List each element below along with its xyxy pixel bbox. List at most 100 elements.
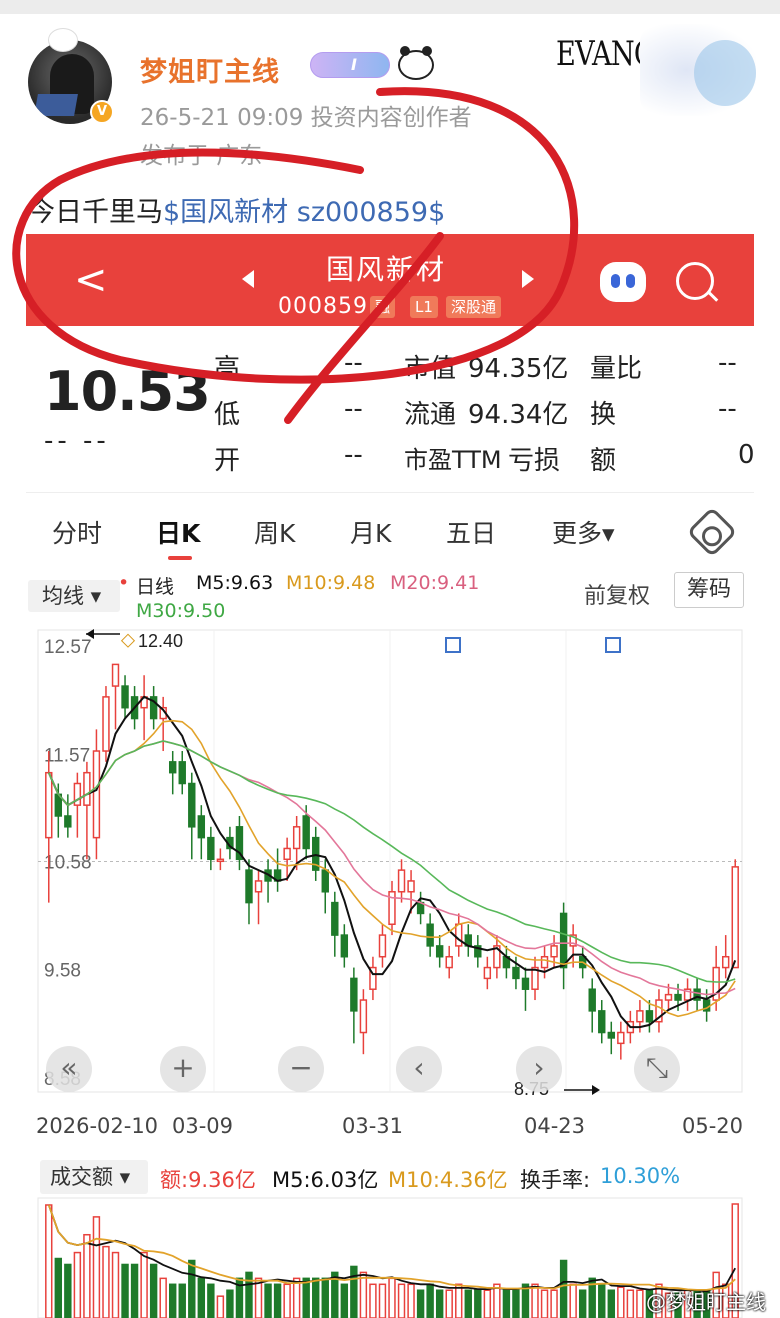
volume-bar <box>197 1277 206 1318</box>
red-ink-circle <box>12 87 579 384</box>
ma5-line <box>47 695 737 1029</box>
candle-body <box>254 880 263 893</box>
y-tick-label: 12.57 <box>44 637 92 658</box>
candle-body <box>292 826 301 850</box>
event-marker-icon <box>445 637 461 653</box>
candle-body <box>331 901 339 936</box>
candle-body <box>598 1010 606 1034</box>
candle-body <box>197 815 206 839</box>
volume-bar <box>512 1289 520 1318</box>
volume-bar <box>445 1289 453 1318</box>
volume-bar <box>426 1283 434 1318</box>
y-tick-label: 10.58 <box>44 852 92 873</box>
volume-bar <box>83 1233 91 1318</box>
volume-bar <box>140 1251 148 1318</box>
fullscreen-button[interactable]: ⤡ <box>634 1046 680 1092</box>
volume-bar <box>340 1283 349 1318</box>
pan-left-button[interactable]: ‹ <box>396 1046 442 1092</box>
volume-bar <box>159 1277 167 1318</box>
volume-bar <box>502 1289 511 1318</box>
candle-body <box>607 1031 615 1039</box>
chart-rewind-button[interactable]: « <box>46 1046 92 1092</box>
volume-bar <box>626 1289 635 1318</box>
candle-body <box>435 945 444 958</box>
x-tick-label: 05-20 <box>682 1114 744 1138</box>
ma10-line <box>48 719 736 1018</box>
x-tick-label: 04-23 <box>524 1114 586 1138</box>
candle-body <box>426 923 434 947</box>
watermark: @梦姐盯主线 <box>646 1290 766 1314</box>
volume-bar <box>598 1283 606 1318</box>
volume-bar <box>188 1259 196 1318</box>
vol-legend-turnover-label: 换手率: <box>520 1168 591 1192</box>
y-tick-label: 11.57 <box>44 745 90 766</box>
volume-bar <box>378 1283 387 1318</box>
x-tick-label: 2026-02-10 <box>36 1114 159 1138</box>
volume-bar <box>474 1289 482 1318</box>
ma20-line <box>48 740 736 996</box>
volume-bar <box>569 1283 577 1318</box>
volume-bar <box>321 1277 329 1318</box>
volume-bar <box>178 1283 186 1318</box>
candle-body <box>83 771 91 806</box>
y-tick-label: 9.58 <box>44 961 81 982</box>
volume-bar <box>455 1283 463 1318</box>
volume-bar <box>130 1263 139 1318</box>
volume-bar <box>483 1289 492 1318</box>
volume-select[interactable]: 成交额 ▾ <box>40 1160 148 1194</box>
volume-bar <box>607 1289 615 1318</box>
volume-bar <box>550 1289 558 1318</box>
high-marker-label: 12.40 <box>138 631 183 651</box>
candle-body <box>559 912 568 969</box>
red-ink-stroke <box>284 232 444 424</box>
volume-bar <box>302 1277 310 1318</box>
volume-bar <box>111 1251 120 1318</box>
vol-legend-m5: M5:6.03亿 <box>272 1168 379 1192</box>
candle-body <box>407 880 415 893</box>
volume-bar <box>407 1283 415 1318</box>
candle-body <box>111 663 120 687</box>
pan-right-button[interactable]: › <box>516 1046 562 1092</box>
volume-bar <box>397 1283 406 1318</box>
candle-body <box>283 847 291 861</box>
volume-bar <box>92 1216 101 1318</box>
volume-bar <box>149 1263 158 1318</box>
volume-bar <box>540 1289 549 1318</box>
candle-body <box>302 815 310 850</box>
volume-bar <box>350 1265 358 1318</box>
volume-bar <box>292 1277 301 1318</box>
volume-bar <box>254 1277 263 1318</box>
candle-body <box>588 988 596 1012</box>
volume-bar <box>416 1289 425 1318</box>
zoom-in-button[interactable]: + <box>160 1046 206 1092</box>
volume-bar <box>169 1283 177 1318</box>
volume-bar <box>73 1251 82 1318</box>
x-tick-label: 03-09 <box>172 1114 234 1138</box>
volume-bar <box>559 1259 568 1318</box>
volume-bar <box>245 1271 253 1318</box>
event-marker-icon <box>605 637 621 653</box>
volume-bar <box>464 1289 472 1318</box>
volume-bar <box>435 1289 444 1318</box>
vol-legend-turnover: 10.30% <box>600 1164 681 1188</box>
volume-bar <box>54 1257 63 1318</box>
candle-body <box>178 761 186 785</box>
candle-body <box>550 945 558 958</box>
candle-body <box>445 955 453 969</box>
volume-bar <box>312 1277 320 1318</box>
volume-bar <box>359 1271 368 1318</box>
candle-body <box>664 993 673 1001</box>
zoom-out-button[interactable]: − <box>278 1046 324 1092</box>
candle-body <box>188 782 196 828</box>
volume-bar <box>617 1286 625 1318</box>
volume-bar <box>283 1283 291 1318</box>
volume-bar <box>45 1204 53 1318</box>
volume-bar <box>493 1283 501 1318</box>
candle-body <box>378 934 387 958</box>
candle-body <box>92 750 101 839</box>
candle-body <box>45 771 53 839</box>
volume-bar <box>216 1295 225 1318</box>
volume-bar <box>578 1289 587 1318</box>
candle-body <box>455 923 463 947</box>
candle-body <box>245 869 253 904</box>
